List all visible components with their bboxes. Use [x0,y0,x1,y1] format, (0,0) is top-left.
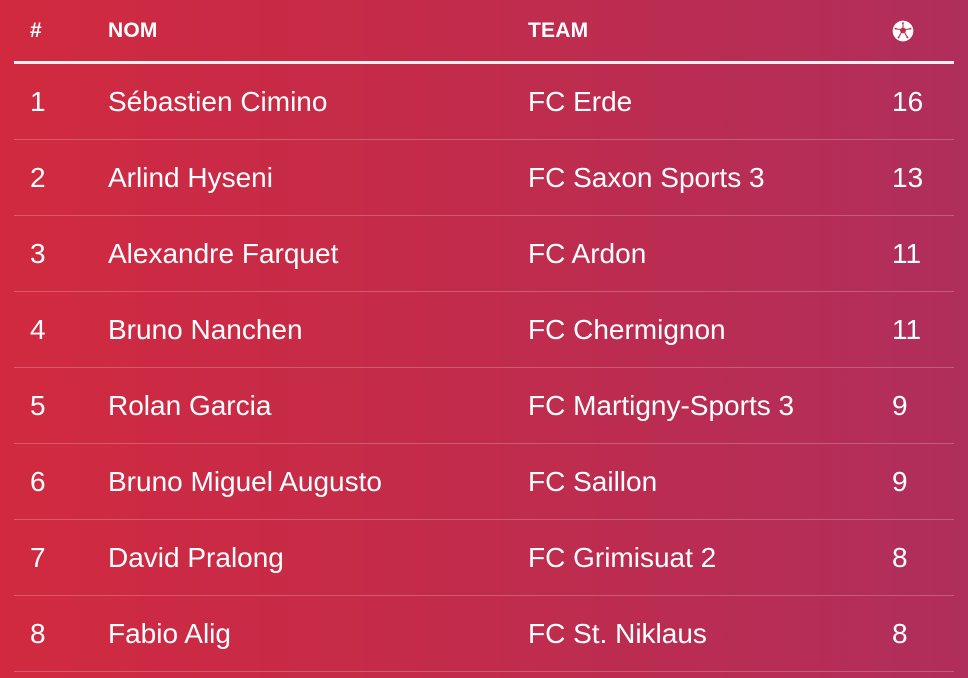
row-rank: 7 [30,541,46,573]
row-team: FC Martigny-Sports 3 [528,389,795,421]
row-team: FC Saillon [528,465,658,497]
header-team: TEAM [528,18,589,42]
row-team: FC Ardon [528,237,647,269]
row-rank: 4 [30,313,46,345]
row-rank: 6 [30,465,46,497]
row-goals: 9 [892,465,908,497]
soccer-ball-icon [892,20,914,42]
row-team: FC Saxon Sports 3 [528,161,765,193]
row-rank: 8 [30,617,46,649]
header-rank: # [30,18,42,42]
row-team: FC St. Niklaus [528,617,707,649]
row-player-name: Arlind Hyseni [108,161,273,193]
row-player-name: Rolan Garcia [108,389,272,421]
row-player-name: Sébastien Cimino [108,85,328,117]
header-name: NOM [108,18,158,42]
scorers-table: # NOM TEAM 1 Sébastien Cimino FC Erde 16… [14,0,954,672]
row-player-name: Alexandre Farquet [108,237,339,269]
row-player-name: David Pralong [108,541,284,573]
table-row[interactable]: 6 Bruno Miguel Augusto FC Saillon 9 [14,444,954,520]
table-row[interactable]: 2 Arlind Hyseni FC Saxon Sports 3 13 [14,140,954,216]
header-goals [892,0,914,61]
row-goals: 8 [892,541,908,573]
row-rank: 5 [30,389,46,421]
row-goals: 13 [892,161,924,193]
table-row[interactable]: 4 Bruno Nanchen FC Chermignon 11 [14,292,954,368]
row-team: FC Erde [528,85,633,117]
row-team: FC Chermignon [528,313,726,345]
row-rank: 3 [30,237,46,269]
row-goals: 8 [892,617,908,649]
row-team: FC Grimisuat 2 [528,541,717,573]
row-player-name: Bruno Miguel Augusto [108,465,382,497]
row-player-name: Fabio Alig [108,617,231,649]
table-row[interactable]: 1 Sébastien Cimino FC Erde 16 [14,64,954,140]
table-row[interactable]: 7 David Pralong FC Grimisuat 2 8 [14,520,954,596]
row-goals: 16 [892,85,924,117]
table-row[interactable]: 3 Alexandre Farquet FC Ardon 11 [14,216,954,292]
table-row[interactable]: 5 Rolan Garcia FC Martigny-Sports 3 9 [14,368,954,444]
table-row[interactable]: 8 Fabio Alig FC St. Niklaus 8 [14,596,954,672]
table-header: # NOM TEAM [14,0,954,64]
row-goals: 11 [892,237,922,269]
row-rank: 1 [30,85,46,117]
row-goals: 9 [892,389,908,421]
row-rank: 2 [30,161,46,193]
row-goals: 11 [892,313,922,345]
row-player-name: Bruno Nanchen [108,313,303,345]
